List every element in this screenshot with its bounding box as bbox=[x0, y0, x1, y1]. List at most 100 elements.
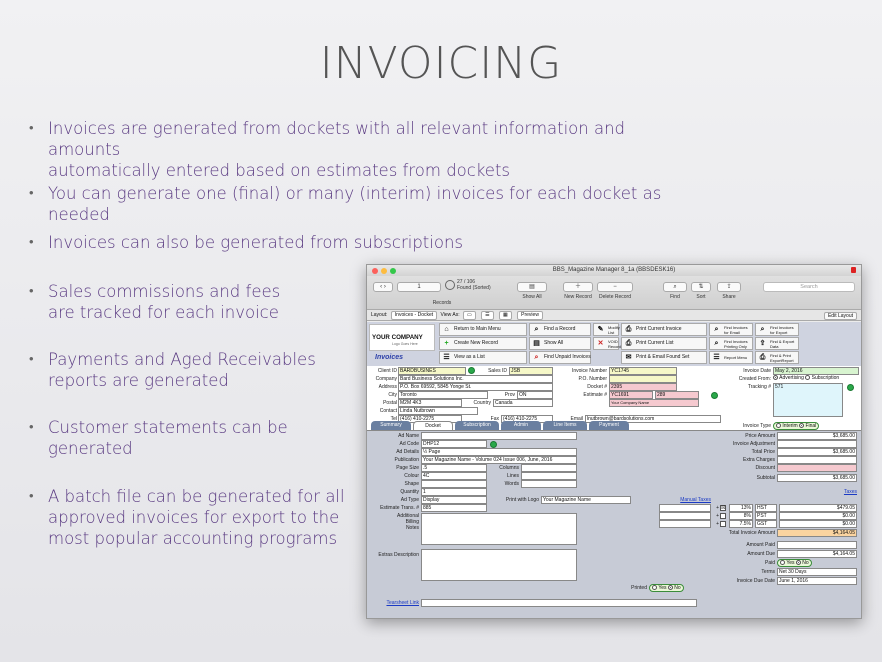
find-export-data-button[interactable]: ⇪ Find & Export Data bbox=[755, 337, 799, 350]
tearsheet-link-field[interactable] bbox=[421, 599, 697, 607]
print-current-invoice-button[interactable]: ⎙ Print Current Invoice bbox=[621, 323, 707, 336]
report-menu-button[interactable]: ☰ Report Menu bbox=[709, 351, 753, 364]
tax-gst-rate[interactable]: 7.5% bbox=[729, 520, 753, 528]
created-from-radio[interactable]: Advertising Subscription bbox=[773, 375, 839, 381]
subtotal-field[interactable]: $3,685.00 bbox=[777, 474, 857, 482]
print-email-found-button[interactable]: ✉ Print & Email Found Set bbox=[621, 351, 707, 364]
manual-tax-hst-field[interactable] bbox=[659, 504, 711, 512]
manual-tax-pst-field[interactable] bbox=[659, 512, 711, 520]
extra-charges-field[interactable] bbox=[777, 456, 857, 464]
po-number-field[interactable] bbox=[609, 375, 677, 383]
print-current-list-button[interactable]: ⎙ Print Current List bbox=[621, 337, 707, 350]
ad-details-field[interactable]: ½ Page bbox=[421, 448, 577, 456]
columns-field[interactable] bbox=[521, 464, 577, 472]
client-id-field[interactable]: BARDBUSINES bbox=[398, 367, 466, 375]
docket-number-field[interactable]: 2395 bbox=[609, 383, 677, 391]
find-invoices-printing-button[interactable]: ⌕ Find Invoices Printing Only bbox=[709, 337, 753, 350]
lines-field[interactable] bbox=[521, 472, 577, 480]
void-record-button[interactable]: ✕ VOID Record bbox=[593, 337, 621, 350]
view-as-form-icon[interactable]: ▭ bbox=[463, 311, 476, 320]
billing-notes-field[interactable] bbox=[421, 513, 577, 545]
go-tracking-icon[interactable] bbox=[847, 384, 854, 391]
ad-code-field[interactable]: DHP12 bbox=[421, 440, 487, 448]
go-estimate-icon[interactable] bbox=[711, 392, 718, 399]
tab-summary[interactable]: Summary bbox=[371, 421, 411, 430]
manual-tax-gst-field[interactable] bbox=[659, 520, 711, 528]
company-field[interactable]: Bard Business Solutions Inc. bbox=[398, 375, 553, 383]
radio-printed-no[interactable] bbox=[667, 585, 673, 591]
tax-pst-amount[interactable]: $0.00 bbox=[779, 512, 857, 520]
terms-field[interactable]: Net 30 Days bbox=[777, 568, 857, 576]
tax-gst-name[interactable]: GST bbox=[755, 520, 777, 528]
sales-id-field[interactable]: JSB bbox=[509, 367, 553, 375]
edit-layout-button[interactable]: Edit Layout bbox=[823, 312, 857, 320]
quantity-field[interactable]: 1 bbox=[421, 488, 487, 496]
country-field[interactable]: Canada bbox=[493, 399, 553, 407]
prev-next-record-button[interactable]: ‹ › bbox=[373, 282, 393, 292]
radio-advertising[interactable] bbox=[773, 375, 778, 381]
paid-radio[interactable]: Yes No bbox=[777, 559, 812, 567]
delete-record-button[interactable]: Delete Record bbox=[597, 294, 633, 300]
tax-pst-name[interactable]: PST bbox=[755, 512, 777, 520]
go-client-icon[interactable] bbox=[468, 367, 475, 374]
company-name-field[interactable]: Your Company Name bbox=[609, 399, 699, 407]
tab-payment[interactable]: Payment bbox=[589, 421, 629, 430]
return-main-menu-button[interactable]: ⌂ Return to Main Menu bbox=[439, 323, 527, 336]
publication-field[interactable]: Your Magazine Name - Volume 024 Issue 00… bbox=[421, 456, 577, 464]
extras-description-field[interactable] bbox=[421, 549, 577, 581]
print-logo-field[interactable]: Your Magazine Name bbox=[541, 496, 631, 504]
new-record-icon[interactable]: ＋ bbox=[563, 282, 593, 292]
tax-hst-rate[interactable]: 13% bbox=[729, 504, 753, 512]
tax-gst-amount[interactable]: $0.00 bbox=[779, 520, 857, 528]
contact-field[interactable]: Linda Nutbrown bbox=[398, 407, 478, 415]
show-all-button[interactable]: Show All bbox=[517, 294, 547, 300]
find-button[interactable]: Find bbox=[663, 294, 687, 300]
tab-line-items[interactable]: Line Items bbox=[543, 421, 587, 430]
sort-icon[interactable]: ⇅ bbox=[691, 282, 711, 292]
radio-subscription[interactable] bbox=[805, 375, 811, 381]
view-as-list-icon[interactable]: ☰ bbox=[481, 311, 494, 320]
tax-hst-checkbox[interactable]: ☒ bbox=[720, 505, 726, 511]
show-all-header-button[interactable]: ▤ Show All bbox=[529, 337, 591, 350]
layout-select[interactable]: Invoices - Docket bbox=[390, 311, 438, 320]
total-price-field[interactable]: $3,685.00 bbox=[777, 448, 857, 456]
tax-pst-rate[interactable]: 8% bbox=[729, 512, 753, 520]
find-print-export-report-button[interactable]: ⎙ Find & Print ExportReport bbox=[755, 351, 799, 364]
tab-docket[interactable]: Docket bbox=[413, 421, 453, 430]
total-invoice-field[interactable]: $4,164.05 bbox=[777, 529, 857, 537]
share-icon[interactable]: ⇪ bbox=[717, 282, 741, 292]
tracking-field[interactable]: 571 bbox=[773, 383, 843, 417]
radio-printed-yes[interactable] bbox=[652, 585, 657, 591]
invoice-date-field[interactable]: May 2, 2016 bbox=[773, 367, 859, 375]
address-field[interactable]: P.O. Box 69592, 5845 Yonge St. bbox=[398, 383, 553, 391]
prov-field[interactable]: ON bbox=[517, 391, 553, 399]
ad-type-field[interactable]: Display bbox=[421, 496, 487, 504]
ad-name-field[interactable] bbox=[421, 432, 577, 440]
record-number-input[interactable]: 1 bbox=[397, 282, 441, 292]
search-icon[interactable]: ⌕ bbox=[663, 282, 687, 292]
city-field[interactable]: Toronto bbox=[398, 391, 488, 399]
new-record-button[interactable]: New Record bbox=[563, 294, 593, 300]
words-field[interactable] bbox=[521, 480, 577, 488]
due-date-field[interactable]: June 1, 2016 bbox=[777, 577, 857, 585]
tab-subscription[interactable]: Subscription bbox=[455, 421, 499, 430]
shape-field[interactable] bbox=[421, 480, 487, 488]
find-record-button[interactable]: ⌕ Find a Record bbox=[529, 323, 591, 336]
search-input[interactable]: Search bbox=[763, 282, 855, 292]
printed-radio[interactable]: Yes No bbox=[649, 584, 684, 592]
invoice-number-field[interactable]: YC1745 bbox=[609, 367, 677, 375]
tab-admin[interactable]: Admin bbox=[501, 421, 541, 430]
amount-due-field[interactable]: $4,164.05 bbox=[777, 550, 857, 558]
create-new-record-button[interactable]: + Create New Record bbox=[439, 337, 527, 350]
zoom-window-icon[interactable] bbox=[390, 268, 396, 274]
price-amount-field[interactable]: $3,685.00 bbox=[777, 432, 857, 440]
estimate-ref-field[interactable]: 289 bbox=[655, 391, 699, 399]
tax-pst-checkbox[interactable] bbox=[720, 513, 726, 519]
tax-hst-amount[interactable]: $479.05 bbox=[779, 504, 857, 512]
sort-button[interactable]: Sort bbox=[691, 294, 711, 300]
minimize-window-icon[interactable] bbox=[381, 268, 387, 274]
tax-gst-checkbox[interactable] bbox=[720, 521, 726, 527]
discount-field[interactable] bbox=[777, 464, 857, 472]
colour-field[interactable]: 4C bbox=[421, 472, 487, 480]
estimate-number-field[interactable]: YC1691 bbox=[609, 391, 653, 399]
